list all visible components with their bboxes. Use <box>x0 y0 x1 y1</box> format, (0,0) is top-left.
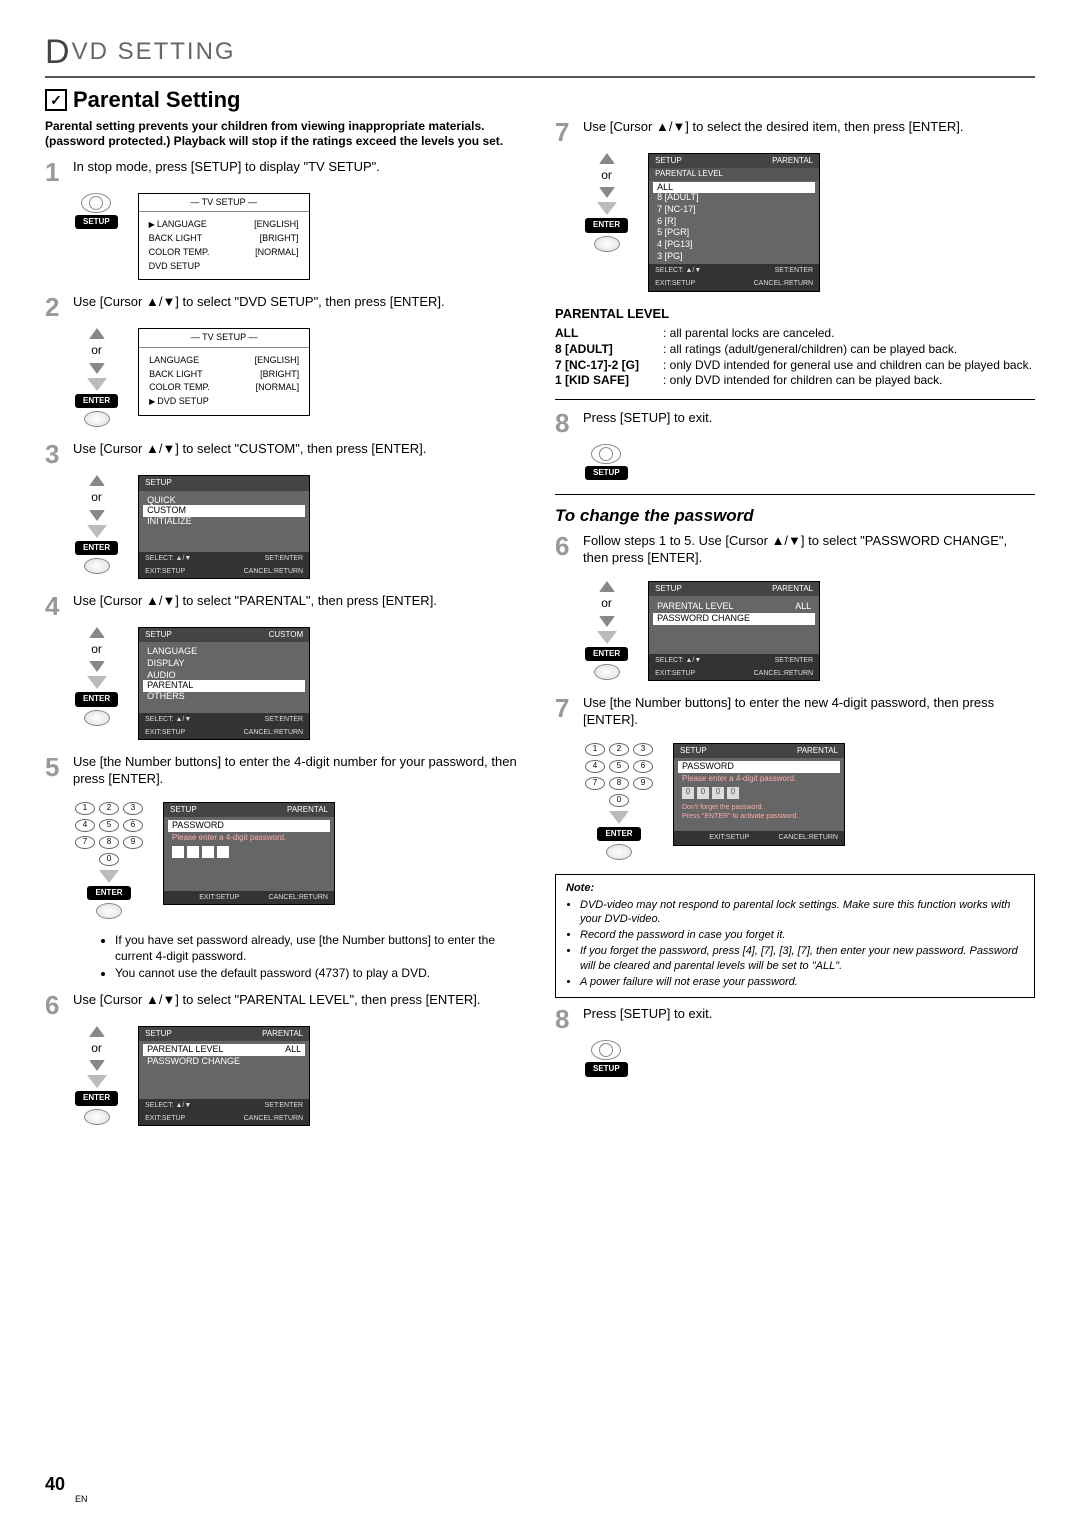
section-heading: ✓ Parental Setting <box>45 86 1035 115</box>
setup-button-icon: SETUP <box>75 193 118 229</box>
parental-level-heading: PARENTAL LEVEL <box>555 306 1035 323</box>
password-osd: SETUPPARENTAL PASSWORD Please enter a 4-… <box>163 802 335 906</box>
step-7: 7Use [Cursor ▲/▼] to select the desired … <box>555 119 1035 145</box>
parental-menu-osd: SETUPPARENTAL PARENTAL LEVELALL PASSWORD… <box>138 1026 310 1126</box>
up-arrow-icon <box>89 328 105 339</box>
new-password-osd: SETUPPARENTAL PASSWORD Please enter a 4-… <box>673 743 845 846</box>
number-pad-icon: 1234567890 <box>75 802 143 866</box>
step-6: 6Use [Cursor ▲/▼] to select "PARENTAL LE… <box>45 992 525 1018</box>
change-password-heading: To change the password <box>555 505 1035 527</box>
language-code: EN <box>75 1494 88 1506</box>
step-1: 1 In stop mode, press [SETUP] to display… <box>45 159 525 185</box>
change-step-7: 7Use [the Number buttons] to enter the n… <box>555 695 1035 735</box>
checkbox-icon: ✓ <box>45 89 67 111</box>
change-step-8: 8Press [SETUP] to exit. <box>555 1006 1035 1032</box>
parental-level-definitions: ALL: all parental locks are canceled. 8 … <box>555 326 1035 388</box>
page-number: 40 <box>45 1473 65 1496</box>
enter-button-icon <box>84 411 110 427</box>
step-4: 4Use [Cursor ▲/▼] to select "PARENTAL", … <box>45 593 525 619</box>
tv-setup-osd-2: — TV SETUP — LANGUAGE[ENGLISH] BACK LIGH… <box>138 328 310 415</box>
custom-menu-osd: SETUPCUSTOM LANGUAGE DISPLAY AUDIO PAREN… <box>138 627 310 740</box>
cursor-buttons: or ENTER <box>75 328 118 427</box>
intro-text: Parental setting prevents your children … <box>45 119 525 149</box>
step-5: 5Use [the Number buttons] to enter the 4… <box>45 754 525 794</box>
step-8: 8Press [SETUP] to exit. <box>555 410 1035 436</box>
step-3: 3Use [Cursor ▲/▼] to select "CUSTOM", th… <box>45 441 525 467</box>
tv-setup-osd: — TV SETUP — ▶LANGUAGE[ENGLISH] BACK LIG… <box>138 193 310 280</box>
step5-notes: If you have set password already, use [t… <box>75 933 525 982</box>
down-arrow-icon <box>89 363 105 374</box>
change-step-6: 6Follow steps 1 to 5. Use [Cursor ▲/▼] t… <box>555 533 1035 573</box>
note-box: Note: DVD-video may not respond to paren… <box>555 874 1035 998</box>
page-title: DVD SETTING <box>45 30 1035 78</box>
setup-menu-osd: SETUP QUICK CUSTOM INITIALIZE SELECT: ▲/… <box>138 475 310 579</box>
parental-level-osd: SETUPPARENTAL PARENTAL LEVEL ALL 8 [ADUL… <box>648 153 820 292</box>
step-2: 2Use [Cursor ▲/▼] to select "DVD SETUP",… <box>45 294 525 320</box>
pwchange-osd: SETUPPARENTAL PARENTAL LEVELALL PASSWORD… <box>648 581 820 681</box>
